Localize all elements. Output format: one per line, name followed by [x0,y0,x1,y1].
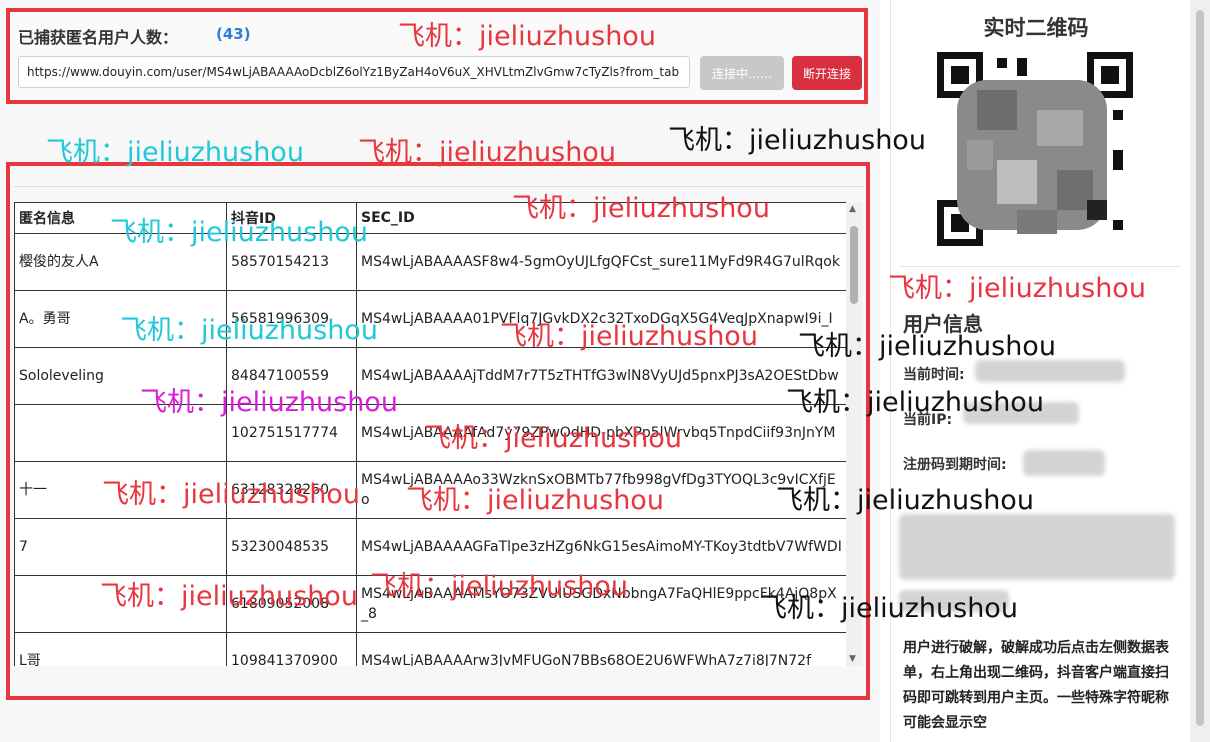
current-ip-value [963,402,1079,424]
cell-sec-id: MS4wLjABAAAAGFaTlpe3zHZg6NkG15esAimoMY-T… [356,518,846,576]
disconnect-button[interactable]: 断开连接 [792,56,862,90]
column-header-douyin-id: 抖音ID [226,202,357,234]
cell-name [14,404,227,462]
table-row[interactable]: 十一 63128328260 MS4wLjABAAAAo33WzknSxOBMT… [14,461,846,519]
cell-sec-id: MS4wLjABAAAAfAd7y79ZPwOdHD-pbXPp5lWrvbq5… [356,404,846,462]
cell-name: 十一 [14,461,227,519]
cell-sec-id: MS4wLjABAAAA01PVFlq7JGvkDX2c32TxoDGqX5G4… [356,290,846,348]
cell-douyin-id: 109841370900 [226,632,357,666]
cell-name: Sololeveling [14,347,227,405]
current-ip-label: 当前IP: [903,412,953,428]
table-row[interactable]: Sololeveling 84847100559 MS4wLjABAAAAjTd… [14,347,846,405]
blurred-info-block [899,514,1175,580]
cell-douyin-id: 84847100559 [226,347,357,405]
table-row[interactable]: 7 53230048535 MS4wLjABAAAAGFaTlpe3zHZg6N… [14,518,846,576]
reg-expiry-value [1023,450,1105,476]
cell-sec-id: MS4wLjABAAAAjTddM7r7T5zTHTfG3wlN8VyUJd5p… [356,347,846,405]
user-info-title: 用户信息 [903,312,983,336]
table-row[interactable]: A。勇哥 56581996309 MS4wLjABAAAA01PVFlq7JGv… [14,290,846,348]
cell-sec-id: MS4wLjABAAAAMsYO73ZVUIUSGDxNbbngA7FaQHlE… [356,575,846,633]
connection-panel: 已捕获匿名用户人数： (43) https://www.douyin.com/u… [6,8,868,104]
url-input[interactable]: https://www.douyin.com/user/MS4wLjABAAAA… [18,56,690,88]
captured-count-label: 已捕获匿名用户人数： [18,28,179,47]
cell-name: A。勇哥 [14,290,227,348]
cell-name: 7 [14,518,227,576]
current-time-label: 当前时间: [903,367,965,383]
column-header-name: 匿名信息 [14,202,227,234]
window-scrollbar[interactable] [1190,0,1210,742]
qr-title: 实时二维码 [983,16,1089,40]
usage-description: 用户进行破解，破解成功后点击左侧数据表单，右上角出现二维码，抖音客户端直接扫码即… [903,640,1169,731]
scroll-down-icon[interactable]: ▼ [849,654,856,664]
data-table-panel: 匿名信息 抖音ID SEC_ID 樱俊的友人A 58570154213 MS4w… [6,162,870,700]
cell-douyin-id: 63128328260 [226,461,357,519]
sidebar: 实时二维码 用户信息 当前时间: 当前IP: 注册码到期时间: 用户进行破解，破… [890,0,1191,742]
table-scrollbar[interactable]: ▲ ▼ [846,202,862,666]
table-row[interactable]: 61809052008 MS4wLjABAAAAMsYO73ZVUIUSGDxN… [14,575,846,633]
blurred-info-line [899,590,1009,612]
cell-sec-id: MS4wLjABAAAASF8w4-5gmOyUJLfgQFCst_sure11… [356,233,846,291]
reg-expiry-label: 注册码到期时间: [903,457,1007,473]
qr-code-icon [937,50,1133,250]
table-header-row: 匿名信息 抖音ID SEC_ID [14,202,846,234]
panel-divider [14,186,864,187]
connect-button[interactable]: 连接中…… [700,56,784,90]
cell-sec-id: MS4wLjABAAAArw3JvMFUGoN7BBs68OE2U6WFWhA7… [356,632,846,666]
current-time-value [975,360,1125,382]
cell-douyin-id: 56581996309 [226,290,357,348]
sidebar-divider [899,266,1181,267]
table-row[interactable]: 102751517774 MS4wLjABAAAAfAd7y79ZPwOdHD-… [14,404,846,462]
cell-douyin-id: 58570154213 [226,233,357,291]
table-scrollbar-thumb[interactable] [850,226,858,304]
table-row[interactable]: 樱俊的友人A 58570154213 MS4wLjABAAAASF8w4-5gm… [14,233,846,291]
cell-name [14,575,227,633]
table-row[interactable]: L哥 109841370900 MS4wLjABAAAArw3JvMFUGoN7… [14,632,846,666]
column-header-sec-id: SEC_ID [356,202,846,234]
user-table: 匿名信息 抖音ID SEC_ID 樱俊的友人A 58570154213 MS4w… [14,202,846,666]
main-panel: 已捕获匿名用户人数： (43) https://www.douyin.com/u… [0,0,880,742]
window-scrollbar-thumb[interactable] [1196,10,1204,726]
cell-sec-id: MS4wLjABAAAAo33WzknSxOBMTb77fb998gVfDg3T… [356,461,846,519]
cell-name: 樱俊的友人A [14,233,227,291]
cell-douyin-id: 53230048535 [226,518,357,576]
cell-douyin-id: 102751517774 [226,404,357,462]
table-viewport: 匿名信息 抖音ID SEC_ID 樱俊的友人A 58570154213 MS4w… [14,202,846,666]
cell-douyin-id: 61809052008 [226,575,357,633]
cell-name: L哥 [14,632,227,666]
captured-count-value: (43) [216,25,251,43]
scroll-up-icon[interactable]: ▲ [849,204,856,214]
